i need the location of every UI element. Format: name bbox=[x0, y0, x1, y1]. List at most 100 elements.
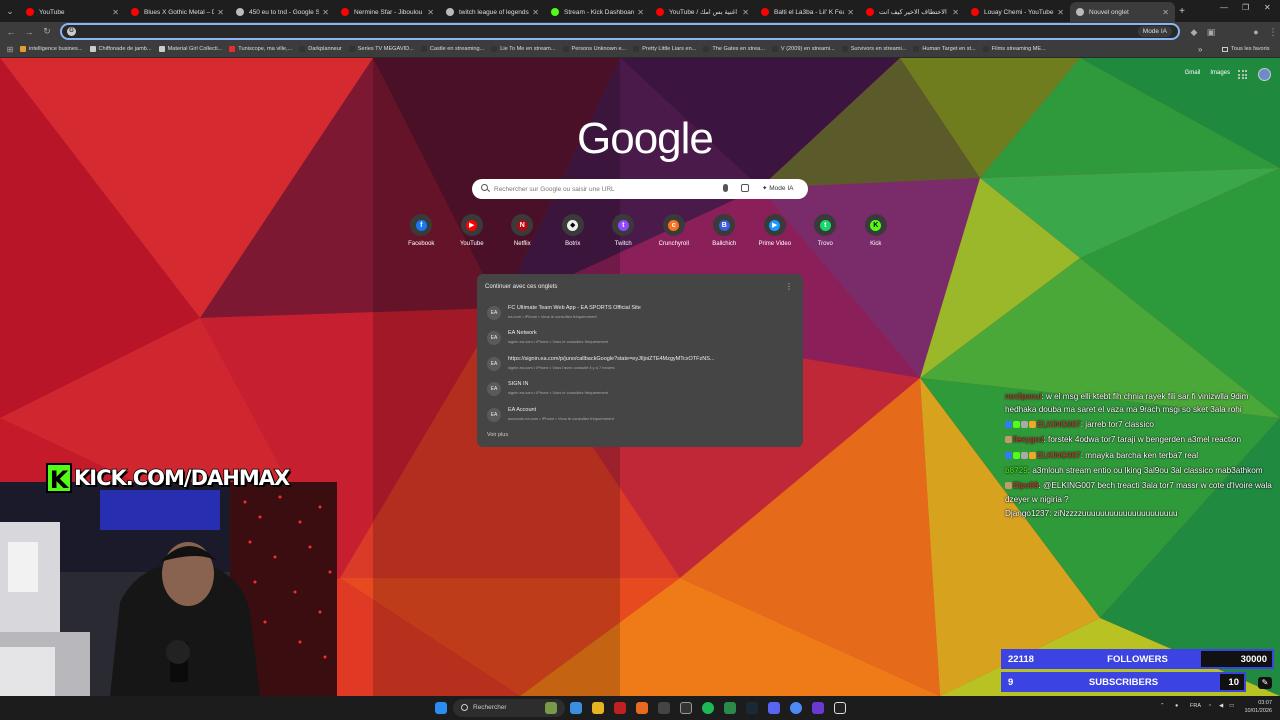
ai-mode-button[interactable]: ✦ Mode IA bbox=[756, 182, 799, 196]
volume-icon[interactable]: ◀ bbox=[1219, 703, 1223, 709]
close-tab-icon[interactable]: ✕ bbox=[637, 8, 644, 17]
app-orange-icon[interactable] bbox=[636, 702, 648, 714]
apps-icon[interactable]: ⊞ bbox=[0, 45, 20, 54]
battery-icon[interactable]: ▭ bbox=[1229, 703, 1234, 709]
shortcut-tile[interactable]: t Trovo bbox=[800, 214, 851, 247]
close-tab-icon[interactable]: ✕ bbox=[1057, 8, 1064, 17]
bookmark-item[interactable]: Darkplanneur bbox=[299, 46, 342, 52]
tray-chevron-icon[interactable]: ⌃ bbox=[1160, 703, 1165, 709]
close-tab-icon[interactable]: ✕ bbox=[742, 8, 749, 17]
shortcut-tile[interactable]: ▶ YouTube bbox=[447, 214, 498, 247]
shortcut-tile[interactable]: t Twitch bbox=[598, 214, 649, 247]
browser-tab[interactable]: 450 eu to tnd - Google Se ✕ bbox=[230, 2, 335, 22]
account-avatar[interactable] bbox=[1258, 68, 1271, 81]
bookmark-item[interactable]: Films streaming ME... bbox=[982, 46, 1046, 52]
bookmark-item[interactable]: Pretty Little Liars en... bbox=[633, 46, 696, 52]
browser-tab[interactable]: Balti el La3ba - Lil' K Fea ✕ bbox=[755, 2, 860, 22]
close-tab-icon[interactable]: ✕ bbox=[847, 8, 854, 17]
copilot-icon[interactable] bbox=[570, 702, 582, 714]
browser-tab[interactable]: الاختطاف الاخير كيف انت ✕ bbox=[860, 2, 965, 22]
close-tab-icon[interactable]: ✕ bbox=[112, 8, 119, 17]
back-icon[interactable]: ← bbox=[4, 27, 18, 37]
browser-tab[interactable]: Nouvel onglet ✕ bbox=[1070, 2, 1175, 22]
chat-username[interactable]: b8729 bbox=[1005, 466, 1028, 475]
app-dark-icon[interactable] bbox=[658, 702, 670, 714]
images-link[interactable]: Images bbox=[1210, 70, 1230, 76]
search-input[interactable] bbox=[494, 182, 714, 196]
app-green-icon[interactable] bbox=[724, 702, 736, 714]
continue-tab-item[interactable]: EA FC Ultimate Team Web App - EA SPORTS O… bbox=[485, 302, 795, 324]
bookmark-item[interactable]: Lie To Me en stream... bbox=[491, 46, 556, 52]
shortcut-tile[interactable]: ◆ Botrix bbox=[548, 214, 599, 247]
browser-tab[interactable]: YouTube / اغنية بس امك ✕ bbox=[650, 2, 755, 22]
app-circle-icon[interactable] bbox=[680, 702, 692, 714]
chrome-icon[interactable] bbox=[790, 702, 802, 714]
bookmark-item[interactable]: Series TV MEGAVID... bbox=[348, 46, 414, 52]
edit-pencil-icon[interactable]: ✎ bbox=[1258, 677, 1272, 689]
steam-icon[interactable] bbox=[746, 702, 758, 714]
profile-icon[interactable]: ● bbox=[1249, 27, 1263, 37]
chat-username[interactable]: ELKING007 bbox=[1037, 451, 1081, 460]
bookmark-item[interactable]: Chiffonade de jamb... bbox=[89, 46, 152, 52]
browser-tab[interactable]: YouTube ✕ bbox=[20, 2, 125, 22]
discord-icon[interactable] bbox=[768, 702, 780, 714]
close-tab-icon[interactable]: ✕ bbox=[427, 8, 434, 17]
extension-icon[interactable]: ◆ bbox=[1187, 27, 1201, 38]
bookmark-item[interactable]: intelligence busines... bbox=[20, 46, 83, 52]
close-tab-icon[interactable]: ✕ bbox=[532, 8, 539, 17]
continue-tab-item[interactable]: EA https://signin.ea.com/p/juno/callbackG… bbox=[485, 353, 795, 375]
app-m-icon[interactable] bbox=[834, 702, 846, 714]
microphone-icon[interactable] bbox=[723, 184, 728, 192]
bookmark-item[interactable]: Castle en streaming... bbox=[420, 46, 484, 52]
shortcut-tile[interactable]: K Kick bbox=[851, 214, 902, 247]
bookmark-item[interactable]: Tuniscope, ma ville,... bbox=[229, 46, 292, 52]
close-tab-icon[interactable]: ✕ bbox=[217, 8, 224, 17]
chat-username[interactable]: noclipsoul bbox=[1005, 392, 1041, 401]
system-clock[interactable]: 03:07 10/01/2026 bbox=[1238, 699, 1272, 715]
spotify-icon[interactable] bbox=[702, 702, 714, 714]
bookmark-item[interactable]: Human Target en st... bbox=[913, 46, 976, 52]
widgets-icon[interactable] bbox=[545, 702, 557, 714]
continue-tab-item[interactable]: EA SIGN IN signin.ea.com • iPhone • Vous l… bbox=[485, 378, 795, 400]
shortcut-tile[interactable]: B Ballchich bbox=[699, 214, 750, 247]
minimize-icon[interactable]: — bbox=[1220, 3, 1228, 12]
app-red-icon[interactable] bbox=[614, 702, 626, 714]
more-options-icon[interactable]: ⋮ bbox=[785, 282, 793, 291]
shortcut-tile[interactable]: ▶ Prime Video bbox=[750, 214, 801, 247]
maximize-icon[interactable]: ❐ bbox=[1242, 3, 1249, 12]
close-tab-icon[interactable]: ✕ bbox=[322, 8, 329, 17]
see-more-link[interactable]: Voir plus bbox=[487, 432, 508, 438]
browser-tab[interactable]: twitch league of legends ✕ bbox=[440, 2, 545, 22]
tab-search-icon[interactable]: ⌄ bbox=[0, 0, 20, 22]
address-bar[interactable]: G Mode IA bbox=[60, 23, 1180, 40]
close-window-icon[interactable]: ✕ bbox=[1264, 3, 1271, 12]
start-menu-icon[interactable] bbox=[435, 702, 447, 714]
chat-username[interactable]: Django1237 bbox=[1005, 509, 1049, 518]
chat-username[interactable]: ELKING007 bbox=[1037, 420, 1081, 429]
language-indicator[interactable]: FRA bbox=[1190, 703, 1201, 709]
tray-app-icon[interactable]: ● bbox=[1175, 703, 1178, 709]
reload-icon[interactable]: ↻ bbox=[40, 26, 54, 37]
close-tab-icon[interactable]: ✕ bbox=[1162, 8, 1169, 17]
shortcut-tile[interactable]: c Crunchyroll bbox=[649, 214, 700, 247]
bookmark-item[interactable]: V (2009) en streami... bbox=[771, 46, 835, 52]
browser-tab[interactable]: Nermine Sfar - Jiboulou 'L ✕ bbox=[335, 2, 440, 22]
continue-tab-item[interactable]: EA EA Account accounts.ea.com • iPhone • V… bbox=[485, 404, 795, 426]
forward-icon[interactable]: → bbox=[22, 27, 36, 37]
bookmark-item[interactable]: Persons Unknown e... bbox=[562, 46, 626, 52]
lens-camera-icon[interactable] bbox=[741, 184, 749, 192]
chat-username[interactable]: flexygod bbox=[1013, 435, 1044, 444]
bookmark-item[interactable]: The Gates en strea... bbox=[703, 46, 765, 52]
browser-tab[interactable]: Blues X Gothic Metal – Da ✕ bbox=[125, 2, 230, 22]
google-apps-icon[interactable] bbox=[1238, 70, 1247, 79]
new-tab-button[interactable]: + bbox=[1175, 6, 1189, 17]
bookmark-item[interactable]: Material Girl Collecti... bbox=[158, 46, 222, 52]
close-tab-icon[interactable]: ✕ bbox=[952, 8, 959, 17]
gmail-link[interactable]: Gmail bbox=[1185, 70, 1201, 76]
shortcut-tile[interactable]: N Netflix bbox=[497, 214, 548, 247]
continue-tab-item[interactable]: EA EA Network signin.ea.com • iPhone • Vou… bbox=[485, 327, 795, 349]
browser-tab[interactable]: Louay Chemi - YouTube ✕ bbox=[965, 2, 1070, 22]
all-bookmarks[interactable]: Tous les favoris bbox=[1222, 46, 1270, 52]
chat-username[interactable]: Elpo99 bbox=[1013, 481, 1039, 490]
app-purple-icon[interactable] bbox=[812, 702, 824, 714]
